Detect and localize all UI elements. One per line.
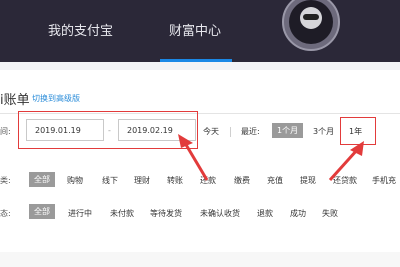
type-option[interactable]: 还贷款 [333, 175, 357, 186]
three-months-option[interactable]: 3个月 [313, 126, 334, 137]
top-nav: 我的支付宝 财富中心 [0, 0, 400, 62]
status-option[interactable]: 未付款 [110, 208, 134, 219]
status-option[interactable]: 等待发货 [150, 208, 182, 219]
type-option[interactable]: 理财 [134, 175, 150, 186]
type-option[interactable]: 充值 [267, 175, 283, 186]
type-option[interactable]: 购物 [67, 175, 83, 186]
one-month-option[interactable]: 1个月 [272, 123, 304, 138]
today-option[interactable]: 今天 [203, 126, 219, 137]
recent-label: 最近: [241, 127, 260, 136]
type-option[interactable]: 提现 [300, 175, 316, 186]
separator [230, 127, 231, 137]
status-option[interactable]: 进行中 [68, 208, 92, 219]
type-option[interactable]: 线下 [102, 175, 118, 186]
status-option-all[interactable]: 全部 [29, 204, 55, 219]
status-label: 态: [0, 209, 11, 218]
highlight-box-year [340, 117, 376, 145]
highlight-box-dates [18, 111, 198, 149]
type-label: 类: [0, 176, 11, 185]
type-option[interactable]: 还款 [200, 175, 216, 186]
type-option[interactable]: 缴费 [234, 175, 250, 186]
nav-my-alipay[interactable]: 我的支付宝 [48, 20, 113, 39]
avatar[interactable] [281, 0, 341, 52]
subheader-band [0, 62, 400, 70]
status-option[interactable]: 失败 [322, 208, 338, 219]
type-option[interactable]: 转账 [167, 175, 183, 186]
nav-wealth-center[interactable]: 财富中心 [169, 20, 221, 39]
type-option-all[interactable]: 全部 [29, 172, 55, 187]
type-option[interactable]: 手机充 [372, 175, 400, 186]
table-header-strip [0, 252, 400, 267]
status-option[interactable]: 成功 [290, 208, 306, 219]
status-option[interactable]: 未确认收货 [200, 208, 240, 219]
status-option[interactable]: 退款 [257, 208, 273, 219]
page-title: ⅰ账单 [0, 93, 30, 108]
switch-advanced-link[interactable]: 切换到高级版 [32, 93, 80, 104]
time-label: 间: [0, 127, 11, 136]
